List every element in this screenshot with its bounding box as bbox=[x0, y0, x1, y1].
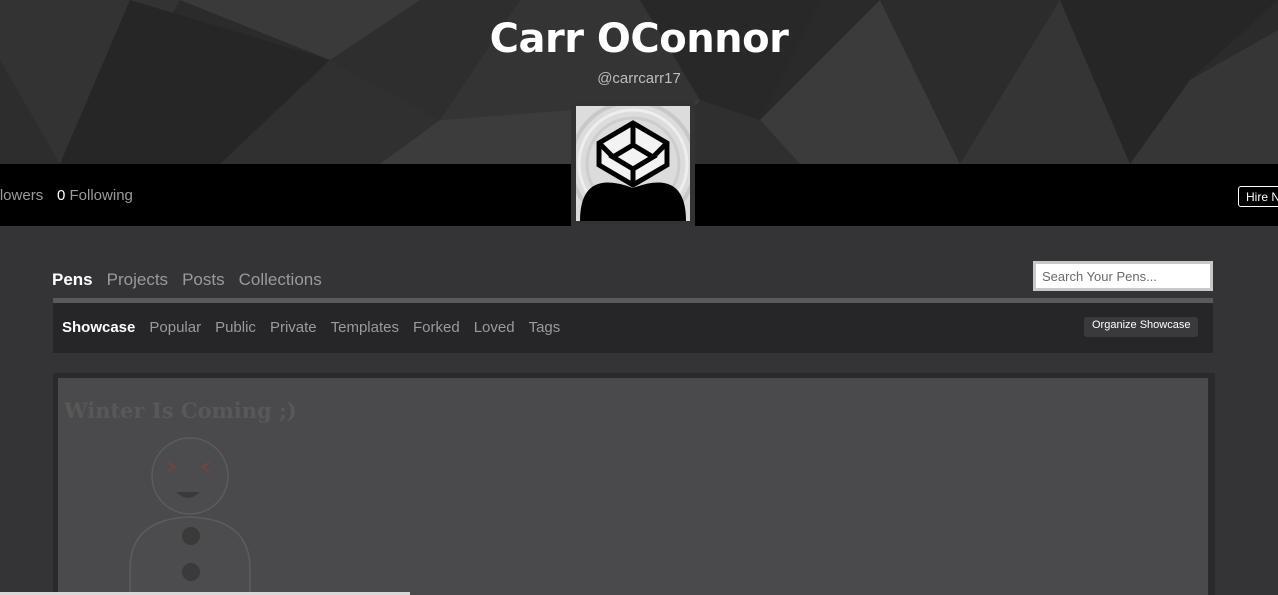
following-link[interactable]: 0 Following bbox=[57, 187, 133, 204]
subtab-forked[interactable]: Forked bbox=[413, 319, 460, 336]
profile-handle[interactable]: @carrcarr17 bbox=[0, 70, 1278, 87]
subtab-templates[interactable]: Templates bbox=[331, 319, 399, 336]
subtab-showcase[interactable]: Showcase bbox=[62, 319, 135, 336]
subtab-loved[interactable]: Loved bbox=[474, 319, 515, 336]
subtab-popular[interactable]: Popular bbox=[149, 319, 201, 336]
tab-posts[interactable]: Posts bbox=[182, 270, 225, 290]
subtab-tags[interactable]: Tags bbox=[529, 319, 561, 336]
search-pens-input[interactable] bbox=[1033, 261, 1213, 291]
hire-me-button[interactable]: Hire N bbox=[1238, 186, 1278, 207]
pen-preview-title: Winter Is Coming ;) bbox=[64, 398, 297, 423]
pen-preview[interactable]: Winter Is Coming ;) bbox=[58, 378, 1208, 595]
profile-tabs: Pens Projects Posts Collections bbox=[52, 270, 336, 290]
following-label: Following bbox=[69, 187, 133, 204]
profile-name: Carr OConnor bbox=[489, 16, 789, 62]
avatar[interactable] bbox=[571, 101, 695, 226]
tab-collections[interactable]: Collections bbox=[239, 270, 322, 290]
showcase-pen-card[interactable]: Winter Is Coming ;) bbox=[53, 373, 1215, 595]
tab-pens[interactable]: Pens bbox=[52, 270, 93, 290]
followers-label: lowers bbox=[0, 187, 44, 204]
followers-link[interactable]: Followers bbox=[0, 187, 43, 204]
codepen-cube-icon bbox=[576, 106, 690, 221]
snowman-icon bbox=[129, 437, 251, 595]
pens-subnav: Showcase Popular Public Private Template… bbox=[53, 303, 1213, 353]
organize-showcase-button[interactable]: Organize Showcase bbox=[1084, 317, 1199, 337]
following-count: 0 bbox=[57, 187, 66, 204]
subtab-public[interactable]: Public bbox=[215, 319, 256, 336]
tab-projects[interactable]: Projects bbox=[107, 270, 168, 290]
subtab-private[interactable]: Private bbox=[270, 319, 317, 336]
